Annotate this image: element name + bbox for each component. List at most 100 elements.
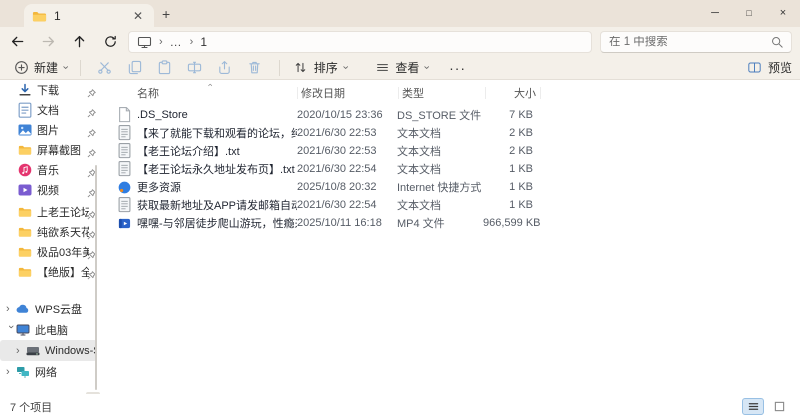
cut-icon[interactable] [97,60,113,76]
sidebar-item-screenshots[interactable]: 屏幕截图 [0,140,100,160]
column-header-size[interactable]: 大小 [486,85,536,101]
search-input[interactable] [609,36,771,48]
forward-button[interactable] [34,30,62,54]
command-toolbar: 新建 › 排序 › 查看 › ··· 预览 [0,56,800,80]
search-icon [771,36,783,48]
chevron-right-icon[interactable]: › [6,303,16,315]
folder-icon [18,266,32,279]
file-size: 1 KB [509,199,533,211]
rename-icon[interactable] [187,60,203,76]
delete-icon[interactable] [247,60,263,76]
sidebar-item-videos[interactable]: 视频 [0,180,100,200]
sidebar-label: 【绝版】全网 [37,267,89,279]
file-row[interactable]: .DS_Store 2020/10/15 23:36 DS_STORE 文件 7… [100,106,800,124]
up-button[interactable] [65,30,93,54]
sidebar-item-folder-3[interactable]: 极品03年美少 [0,242,100,262]
details-view-button[interactable] [742,398,764,415]
file-date: 2025/10/11 16:18 [297,217,382,229]
sidebar-label: 上老王论坛当 [37,207,89,219]
sidebar-item-folder-1[interactable]: 上老王论坛当 [0,202,100,222]
more-options-button[interactable]: ··· [435,60,480,76]
preview-pane-icon [747,60,763,76]
sidebar-label: 视频 [37,185,59,197]
tab-close-icon[interactable]: ✕ [130,9,146,23]
refresh-button[interactable] [96,30,124,54]
file-size: 2 KB [509,127,533,139]
file-row[interactable]: 更多资源 2025/10/8 20:32 Internet 快捷方式 1 KB [100,178,800,196]
paste-icon[interactable] [157,60,173,76]
sidebar-item-downloads[interactable]: 下载 [0,80,100,100]
sidebar-item-network[interactable]: › 网络 [0,361,100,382]
column-header-type[interactable]: 类型 [399,85,485,101]
sidebar-item-pictures[interactable]: 图片 [0,120,100,140]
icons-view-button[interactable] [768,398,790,415]
document-icon [18,102,32,118]
column-header-name[interactable]: 名称 [137,85,297,101]
copy-icon[interactable] [127,60,143,76]
view-label: 查看 [395,61,420,75]
new-tab-button[interactable]: + [162,6,170,22]
address-bar[interactable]: › … › 1 [128,31,592,53]
new-button[interactable]: 新建 › [6,57,74,79]
file-row[interactable]: 【老王论坛介绍】.txt 2021/6/30 22:53 文本文档 2 KB [100,142,800,160]
this-pc-icon [16,323,30,336]
text-file-icon [118,143,131,159]
breadcrumb-ellipsis[interactable]: … [170,35,183,49]
file-size: 966,599 KB [483,217,541,229]
sidebar-label: 网络 [35,366,57,379]
sidebar-item-wps-cloud[interactable]: › WPS云盘 [0,298,100,319]
sidebar-scrollbar[interactable] [95,165,97,390]
file-date: 2021/6/30 22:53 [297,145,377,157]
toolbar-divider [278,59,280,76]
file-date: 2020/10/15 23:36 [297,109,383,121]
text-file-icon [118,125,131,141]
minimize-button[interactable]: ─ [698,0,732,26]
folder-icon [18,206,32,219]
preview-button[interactable]: 预览 [747,59,792,76]
navigation-bar: › … › 1 [0,27,800,56]
sort-button[interactable]: 排序 › [286,57,354,79]
file-list: › 名称 修改日期 类型 大小 .DS_Store 2020/10/15 23:… [100,80,800,394]
view-button[interactable]: 查看 › [367,57,435,79]
sidebar-item-documents[interactable]: 文档 [0,100,100,120]
sidebar-label: 屏幕截图 [37,145,81,157]
file-action-group [87,60,273,76]
file-row[interactable]: 嘿嘿-与邻居徒步爬山游玩，性瘾来了，找了一... 2025/10/11 16:1… [100,214,800,232]
breadcrumb-current[interactable]: 1 [200,35,207,49]
folder-icon [32,10,47,22]
video-file-icon [118,216,131,230]
sidebar-item-folder-4[interactable]: 【绝版】全网 [0,262,100,282]
toolbar-divider [79,59,81,76]
chevron-right-icon[interactable]: › [16,345,26,357]
back-button[interactable] [3,30,31,54]
explorer-tab[interactable]: 1 ✕ [24,4,154,27]
preview-label: 预览 [767,61,792,75]
sidebar-item-folder-2[interactable]: 纯欲系天花板 [0,222,100,242]
maximize-button[interactable]: □ [732,0,766,26]
file-row[interactable]: 【老王论坛永久地址发布页】.txt 2021/6/30 22:54 文本文档 1… [100,160,800,178]
sidebar-label: 此电脑 [35,324,68,337]
file-size: 7 KB [509,109,533,121]
file-size: 1 KB [509,163,533,175]
download-icon [18,83,32,97]
chevron-down-icon[interactable]: › [5,325,17,335]
sidebar-item-windows-ssd[interactable]: › Windows-SSD [0,340,97,361]
status-bar: 7 个项目 [0,394,800,419]
file-name: 【老王论坛永久地址发布页】.txt [137,164,295,176]
close-button[interactable]: × [766,0,800,26]
sidebar-item-this-pc[interactable]: › 此电脑 [0,319,100,340]
sidebar-label: WPS云盘 [35,303,83,316]
tab-bar: 1 ✕ + ─ □ × [0,0,800,27]
file-type: DS_STORE 文件 [397,110,482,122]
pictures-icon [18,124,32,137]
chevron-right-icon[interactable]: › [6,366,16,378]
column-header-date[interactable]: 修改日期 [298,85,398,101]
column-divider[interactable] [540,87,541,99]
window-controls: ─ □ × [698,0,800,26]
share-icon[interactable] [217,60,233,76]
file-row[interactable]: 【来了就能下载和观看的论坛，纯免费！】.txt 2021/6/30 22:53 … [100,124,800,142]
sidebar-item-music[interactable]: 音乐 [0,160,100,180]
file-date: 2021/6/30 22:54 [297,199,377,211]
file-name: 【老王论坛介绍】.txt [137,146,240,158]
file-row[interactable]: 获取最新地址及APP请发邮箱自动获取.txt 2021/6/30 22:54 文… [100,196,800,214]
